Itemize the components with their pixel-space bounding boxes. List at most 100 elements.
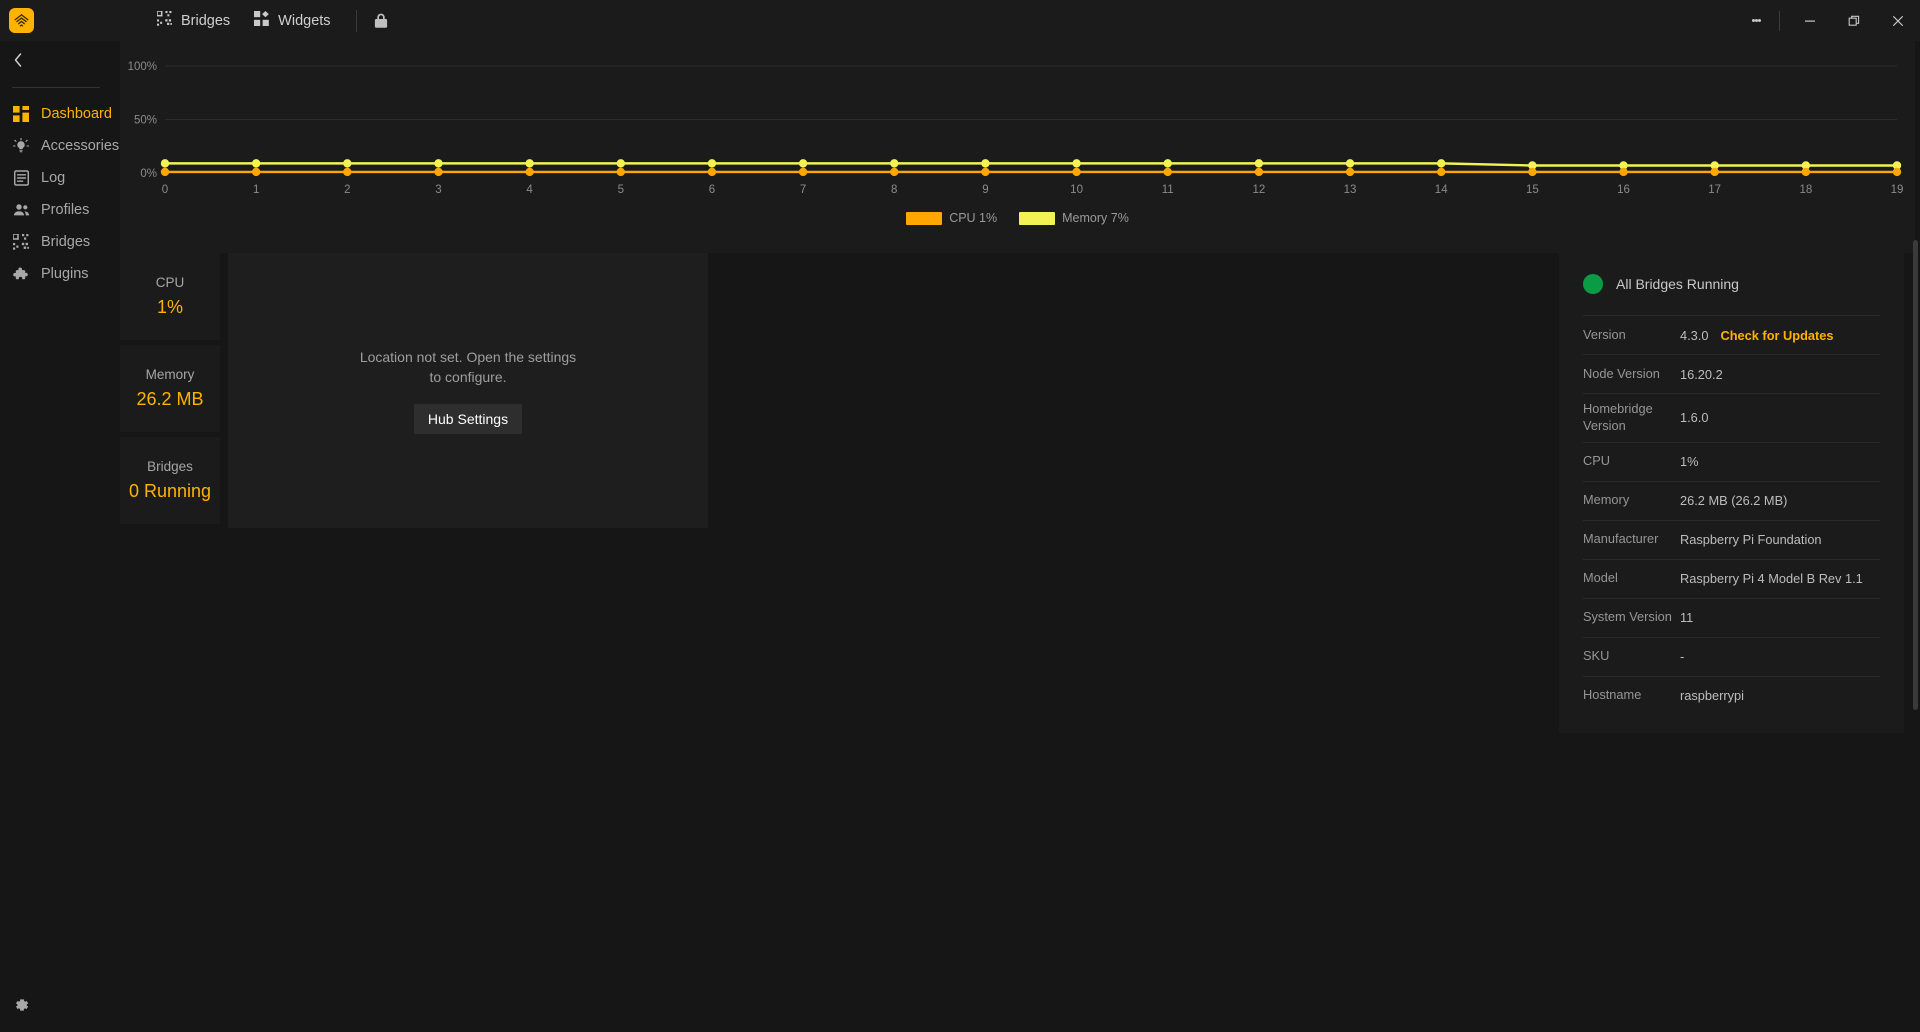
sidebar-item-log[interactable]: Log: [0, 162, 120, 193]
main-scrollbar[interactable]: [1913, 240, 1918, 1032]
info-row-value-text: 4.3.0: [1680, 327, 1709, 343]
info-row-key: Hostname: [1583, 687, 1642, 703]
sidebar-item-bridges[interactable]: Bridges: [0, 226, 120, 257]
titlebar-menu: Bridges Widgets: [145, 0, 392, 41]
info-row: Manufacturer Raspberry Pi Foundation: [1583, 519, 1880, 559]
info-row: Homebridge Version 1.6.0: [1583, 393, 1880, 442]
chart-point-cpu: [616, 167, 625, 177]
info-row-value: 4.3.0 Check for Updates: [1680, 328, 1834, 343]
info-row-value-text: 26.2 MB (26.2 MB): [1680, 493, 1788, 509]
chart-ytick-label: 0%: [140, 168, 157, 180]
chart-point-cpu: [981, 167, 990, 177]
titlebar-item-widgets[interactable]: Widgets: [242, 0, 342, 41]
info-row: Model Raspberry Pi 4 Model B Rev 1.1: [1583, 558, 1880, 598]
chart-xtick-label: 14: [1435, 184, 1448, 196]
qr-grid-icon: [156, 10, 172, 30]
minimize-icon[interactable]: [1788, 0, 1832, 41]
info-row-value-text: raspberrypi: [1680, 688, 1745, 704]
info-row-key: Memory: [1583, 492, 1630, 508]
sidebar-settings-button[interactable]: [0, 992, 120, 1022]
chart-xtick-label: 19: [1891, 184, 1904, 196]
chart-point-cpu: [1801, 167, 1811, 177]
chart-xtick-label: 9: [982, 184, 988, 196]
info-row: Version 4.3.0 Check for Updates: [1583, 315, 1880, 354]
sidebar-item-dashboard[interactable]: Dashboard: [0, 98, 120, 129]
info-row: CPU 1%: [1583, 441, 1880, 481]
legend-swatch-memory: [1019, 211, 1056, 225]
chart-point-memory: [981, 159, 990, 168]
homebridge-logo-icon: [9, 8, 34, 33]
close-icon[interactable]: [1876, 0, 1920, 41]
chart-point-cpu: [1710, 167, 1719, 177]
check-for-updates-link[interactable]: Check for Updates: [1720, 328, 1833, 343]
restore-window-icon[interactable]: [1832, 0, 1876, 41]
chart-point-memory: [160, 159, 170, 168]
legend-swatch-cpu: [906, 211, 943, 225]
chart-point-memory: [1254, 159, 1264, 168]
chart-xtick-label: 11: [1162, 184, 1174, 196]
stat-card-cpu[interactable]: CPU 1%: [120, 253, 220, 340]
chart-xtick-label: 1: [253, 184, 259, 196]
chart-point-cpu: [1892, 167, 1902, 177]
titlebar-item-bridges[interactable]: Bridges: [145, 0, 242, 41]
info-row-value: 1%: [1680, 454, 1699, 469]
sidebar-divider: [12, 87, 100, 88]
info-row-value: raspberrypi: [1680, 688, 1744, 703]
stat-card-bridges[interactable]: Bridges 0 Running: [120, 437, 220, 524]
sidebar-item-accessories[interactable]: Accessories: [0, 130, 120, 161]
legend-item-memory[interactable]: Memory 7%: [1019, 211, 1129, 225]
chart-point-memory: [525, 159, 534, 168]
stat-value: 1%: [156, 297, 183, 317]
sidebar-collapse-button[interactable]: [0, 41, 120, 83]
titlebar-divider: [355, 9, 357, 32]
sidebar-item-label: Plugins: [41, 265, 89, 282]
info-row-value: 16.20.2: [1680, 367, 1723, 382]
info-row-value: 1.6.0: [1680, 410, 1708, 425]
chart-point-memory: [890, 159, 899, 168]
info-row-value-text: Raspberry Pi 4 Model B Rev 1.1: [1680, 571, 1863, 587]
chart-xtick-label: 12: [1252, 184, 1265, 196]
system-info-rows: Version 4.3.0 Check for Updates Node Versio…: [1583, 315, 1880, 715]
info-row-value-text: Raspberry Pi Foundation: [1680, 532, 1822, 548]
chart-point-cpu: [890, 167, 899, 177]
chart-point-cpu: [434, 167, 443, 177]
kebab-menu-icon[interactable]: [1741, 0, 1771, 41]
status-dot-icon: [1583, 274, 1603, 294]
info-row-value-text: 11: [1680, 610, 1694, 626]
chart-xtick-label: 17: [1708, 184, 1721, 196]
chart-ytick-label: 50%: [134, 115, 157, 127]
dashboard-grid-icon: [12, 105, 30, 123]
gear-icon: [12, 996, 30, 1019]
info-row-value-text: 1.6.0: [1680, 410, 1709, 426]
hub-settings-button[interactable]: Hub Settings: [413, 404, 523, 435]
info-row-key: Node Version: [1583, 365, 1660, 381]
weather-location-widget: Location not set. Open the settings to c…: [228, 253, 708, 528]
usage-line-chart: 100%50%0%0 1 2 3 4 5 6 7 8 9 10 11 12 13 14 15 16 17 18 19: [128, 61, 1904, 196]
sidebar-item-plugins[interactable]: Plugins: [0, 258, 120, 289]
system-usage-chart-panel: 100% 50% 0% 0 1 2 3 4 5 6 7 8 9 10 11 12 13 14 15 16 17 18 19 …: [120, 41, 1915, 253]
scrollbar-thumb[interactable]: [1913, 240, 1918, 710]
lock-closed-icon[interactable]: [370, 13, 392, 29]
sidebar-item-profiles[interactable]: Profiles: [0, 194, 120, 225]
chart-point-memory: [1072, 159, 1081, 168]
chart-point-memory: [707, 159, 717, 168]
chart-xtick-label: 2: [344, 184, 350, 196]
stat-card-memory[interactable]: Memory 26.2 MB: [120, 345, 220, 432]
sidebar-item-label: Dashboard: [41, 105, 112, 122]
info-row-key: Model: [1583, 570, 1618, 586]
app-logo: [0, 0, 145, 41]
stat-value: 26.2 MB: [136, 389, 204, 409]
sidebar-item-label: Log: [41, 169, 66, 186]
info-row-value-text: 16.20.2: [1680, 366, 1723, 382]
chart-point-cpu: [1619, 167, 1628, 177]
titlebar-item-label: Bridges: [181, 12, 231, 29]
status-badge: All Bridges Running: [1583, 253, 1880, 315]
legend-item-cpu[interactable]: CPU 1%: [906, 211, 997, 225]
chart-point-memory: [251, 159, 261, 168]
chart-point-memory: [616, 159, 625, 168]
chart-xtick-label: 7: [800, 184, 806, 196]
titlebar-item-label: Widgets: [278, 12, 331, 29]
location-message: Location not set. Open the settings to c…: [359, 348, 577, 385]
main-content: 100% 50% 0% 0 1 2 3 4 5 6 7 8 9 10 11 12 13 14 15 16 17 18 19 …: [120, 41, 1920, 1032]
chart-point-cpu: [798, 167, 808, 177]
